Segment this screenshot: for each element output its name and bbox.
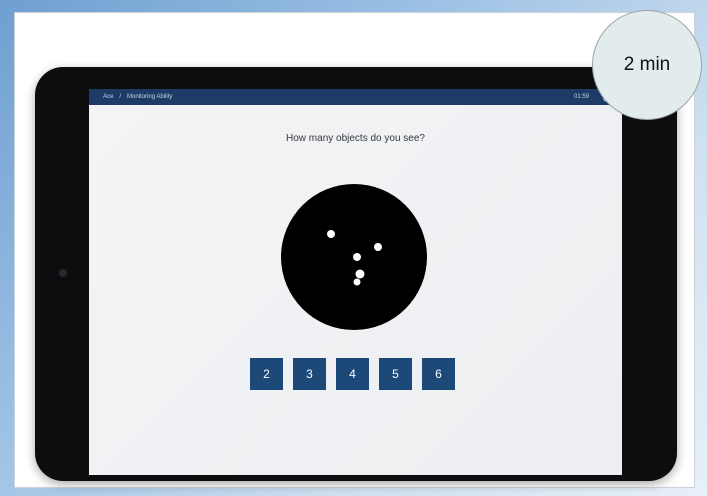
answer-button-3[interactable]: 3 <box>293 358 326 390</box>
answer-button-6[interactable]: 6 <box>422 358 455 390</box>
top-bar: Ace / Monitoring Ability 01:59 ? <box>89 89 622 105</box>
breadcrumb-separator: / <box>119 94 122 100</box>
figure-frame: Ace / Monitoring Ability 01:59 ? How man… <box>14 12 695 488</box>
breadcrumb-root[interactable]: Ace <box>103 94 113 100</box>
duration-badge: 2 min <box>592 10 702 120</box>
stimulus-dot <box>353 278 361 286</box>
tablet-device: Ace / Monitoring Ability 01:59 ? How man… <box>35 67 677 481</box>
stimulus-circle <box>281 184 427 330</box>
timer-readout: 01:59 <box>573 94 589 100</box>
question-text: How many objects do you see? <box>286 133 425 144</box>
answer-button-2[interactable]: 2 <box>250 358 283 390</box>
stimulus-dot <box>327 230 335 238</box>
stimulus-dot <box>353 253 361 261</box>
breadcrumb-current: Monitoring Ability <box>127 94 173 100</box>
answer-button-5[interactable]: 5 <box>379 358 412 390</box>
answer-options: 2 3 4 5 6 <box>250 358 455 390</box>
stimulus-dot <box>355 269 365 279</box>
answer-button-4[interactable]: 4 <box>336 358 369 390</box>
breadcrumb: Ace / Monitoring Ability <box>103 94 172 100</box>
camera-icon <box>59 269 67 277</box>
stimulus-dot <box>374 243 382 251</box>
tablet-screen: Ace / Monitoring Ability 01:59 ? How man… <box>89 89 622 475</box>
